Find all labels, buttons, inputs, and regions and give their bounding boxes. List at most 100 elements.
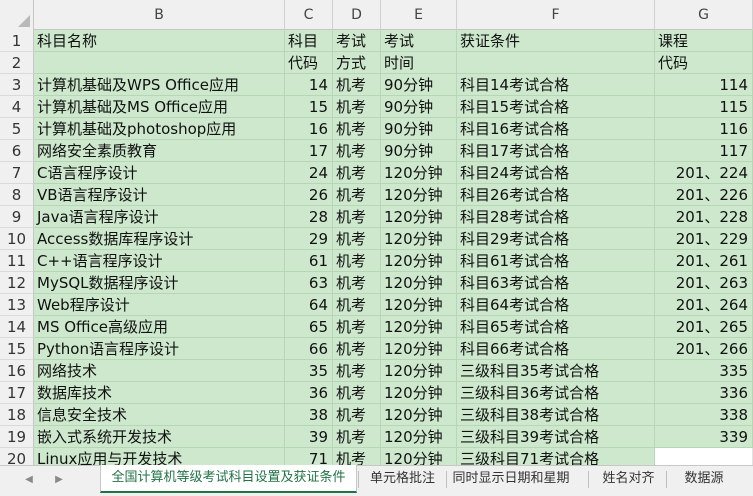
subject-code-cell[interactable]: 16 <box>285 118 333 140</box>
subject-code-cell[interactable]: 64 <box>285 294 333 316</box>
cert-condition-cell[interactable]: 科目14考试合格 <box>457 74 655 96</box>
course-code-cell[interactable]: 336 <box>655 382 753 404</box>
row-header[interactable]: 1 <box>0 30 34 52</box>
spreadsheet-grid[interactable]: BCDEFG 1 科目名称 科目 考试 考试 获证条件 课程 2 代码 方式 时间 代码 3 计算机基础及… <box>0 0 753 465</box>
exam-time-cell[interactable]: 120分钟 <box>381 382 457 404</box>
subject-name-cell[interactable]: 网络技术 <box>34 360 285 382</box>
course-code-cell[interactable]: 201、263 <box>655 272 753 294</box>
cert-condition-cell[interactable]: 科目24考试合格 <box>457 162 655 184</box>
row-header[interactable]: 16 <box>0 360 34 382</box>
subject-name-cell[interactable]: 计算机基础及MS Office应用 <box>34 96 285 118</box>
cert-condition-cell[interactable]: 科目63考试合格 <box>457 272 655 294</box>
exam-method-cell[interactable]: 机考 <box>333 140 381 162</box>
course-code-cell[interactable]: 201、228 <box>655 206 753 228</box>
subject-name-cell[interactable]: 嵌入式系统开发技术 <box>34 426 285 448</box>
select-all-corner[interactable] <box>0 0 34 30</box>
cert-condition-cell[interactable]: 科目64考试合格 <box>457 294 655 316</box>
header-cert-condition-cell[interactable]: 获证条件 <box>457 30 655 52</box>
row-header[interactable]: 19 <box>0 426 34 448</box>
cert-condition-cell[interactable]: 科目65考试合格 <box>457 316 655 338</box>
cert-condition-cell[interactable]: 科目66考试合格 <box>457 338 655 360</box>
subject-code-cell[interactable]: 63 <box>285 272 333 294</box>
cert-condition-cell[interactable]: 科目29考试合格 <box>457 228 655 250</box>
course-code-cell[interactable]: 201、226 <box>655 184 753 206</box>
exam-time-cell[interactable]: 120分钟 <box>381 184 457 206</box>
exam-method-cell[interactable]: 机考 <box>333 272 381 294</box>
row-header[interactable]: 11 <box>0 250 34 272</box>
exam-method-cell[interactable]: 机考 <box>333 404 381 426</box>
column-header-f[interactable]: F <box>457 0 655 30</box>
subject-code-cell[interactable]: 71 <box>285 448 333 465</box>
cert-condition-cell[interactable]: 三级科目35考试合格 <box>457 360 655 382</box>
row-header[interactable]: 17 <box>0 382 34 404</box>
exam-time-cell[interactable]: 120分钟 <box>381 272 457 294</box>
subject-code-cell[interactable]: 65 <box>285 316 333 338</box>
subject-name-cell[interactable]: 计算机基础及photoshop应用 <box>34 118 285 140</box>
course-code-cell[interactable] <box>655 448 753 465</box>
subject-name-cell[interactable]: C++语言程序设计 <box>34 250 285 272</box>
row-header[interactable]: 3 <box>0 74 34 96</box>
exam-time-cell[interactable]: 120分钟 <box>381 162 457 184</box>
subject-name-cell[interactable]: Web程序设计 <box>34 294 285 316</box>
exam-time-cell[interactable]: 120分钟 <box>381 206 457 228</box>
sheet-tab-2[interactable]: 单元格批注 <box>360 466 445 493</box>
row-header[interactable]: 10 <box>0 228 34 250</box>
exam-time-cell[interactable]: 90分钟 <box>381 118 457 140</box>
header-course-code-cell[interactable]: 课程 <box>655 30 753 52</box>
subject-code-cell[interactable]: 66 <box>285 338 333 360</box>
cert-condition-cell[interactable]: 三级科目71考试合格 <box>457 448 655 465</box>
exam-time-cell[interactable]: 90分钟 <box>381 74 457 96</box>
subject-name-cell[interactable]: 网络安全素质教育 <box>34 140 285 162</box>
sheet-tab-4[interactable]: 姓名对齐 <box>590 466 667 493</box>
column-header-g[interactable]: G <box>655 0 753 30</box>
exam-time-cell[interactable]: 120分钟 <box>381 360 457 382</box>
exam-time-cell[interactable]: 120分钟 <box>381 448 457 465</box>
cert-condition-cell[interactable]: 科目17考试合格 <box>457 140 655 162</box>
subject-code-cell[interactable]: 39 <box>285 426 333 448</box>
header-exam-time-cell[interactable]: 时间 <box>381 52 457 74</box>
exam-time-cell[interactable]: 120分钟 <box>381 426 457 448</box>
course-code-cell[interactable]: 201、264 <box>655 294 753 316</box>
exam-method-cell[interactable]: 机考 <box>333 360 381 382</box>
subject-code-cell[interactable]: 38 <box>285 404 333 426</box>
exam-method-cell[interactable]: 机考 <box>333 74 381 96</box>
cert-condition-cell[interactable]: 科目16考试合格 <box>457 118 655 140</box>
course-code-cell[interactable]: 117 <box>655 140 753 162</box>
header-exam-method-cell[interactable]: 方式 <box>333 52 381 74</box>
row-header[interactable]: 9 <box>0 206 34 228</box>
subject-code-cell[interactable]: 14 <box>285 74 333 96</box>
exam-method-cell[interactable]: 机考 <box>333 294 381 316</box>
exam-method-cell[interactable]: 机考 <box>333 118 381 140</box>
course-code-cell[interactable]: 116 <box>655 118 753 140</box>
row-header[interactable]: 2 <box>0 52 34 74</box>
row-header[interactable]: 6 <box>0 140 34 162</box>
subject-code-cell[interactable]: 36 <box>285 382 333 404</box>
subject-name-cell[interactable]: Python语言程序设计 <box>34 338 285 360</box>
exam-time-cell[interactable]: 120分钟 <box>381 404 457 426</box>
row-header[interactable]: 7 <box>0 162 34 184</box>
scroll-tabs-right-icon[interactable]: ▶ <box>52 472 66 488</box>
subject-code-cell[interactable]: 26 <box>285 184 333 206</box>
header-subject-name-cell[interactable] <box>34 52 285 74</box>
cert-condition-cell[interactable]: 科目15考试合格 <box>457 96 655 118</box>
course-code-cell[interactable]: 114 <box>655 74 753 96</box>
exam-method-cell[interactable]: 机考 <box>333 426 381 448</box>
scroll-tabs-left-icon[interactable]: ◀ <box>22 472 36 488</box>
header-subject-name-cell[interactable]: 科目名称 <box>34 30 285 52</box>
subject-code-cell[interactable]: 17 <box>285 140 333 162</box>
exam-method-cell[interactable]: 机考 <box>333 448 381 465</box>
subject-name-cell[interactable]: 数据库技术 <box>34 382 285 404</box>
subject-name-cell[interactable]: Access数据库程序设计 <box>34 228 285 250</box>
header-subject-code-cell[interactable]: 代码 <box>285 52 333 74</box>
row-header[interactable]: 15 <box>0 338 34 360</box>
header-subject-code-cell[interactable]: 科目 <box>285 30 333 52</box>
subject-code-cell[interactable]: 35 <box>285 360 333 382</box>
exam-time-cell[interactable]: 90分钟 <box>381 140 457 162</box>
course-code-cell[interactable]: 201、261 <box>655 250 753 272</box>
row-header[interactable]: 20 <box>0 448 34 465</box>
sheet-tab-3[interactable]: 同时显示日期和星期 <box>448 466 574 493</box>
subject-name-cell[interactable]: MS Office高级应用 <box>34 316 285 338</box>
subject-name-cell[interactable]: C语言程序设计 <box>34 162 285 184</box>
course-code-cell[interactable]: 338 <box>655 404 753 426</box>
exam-time-cell[interactable]: 120分钟 <box>381 338 457 360</box>
